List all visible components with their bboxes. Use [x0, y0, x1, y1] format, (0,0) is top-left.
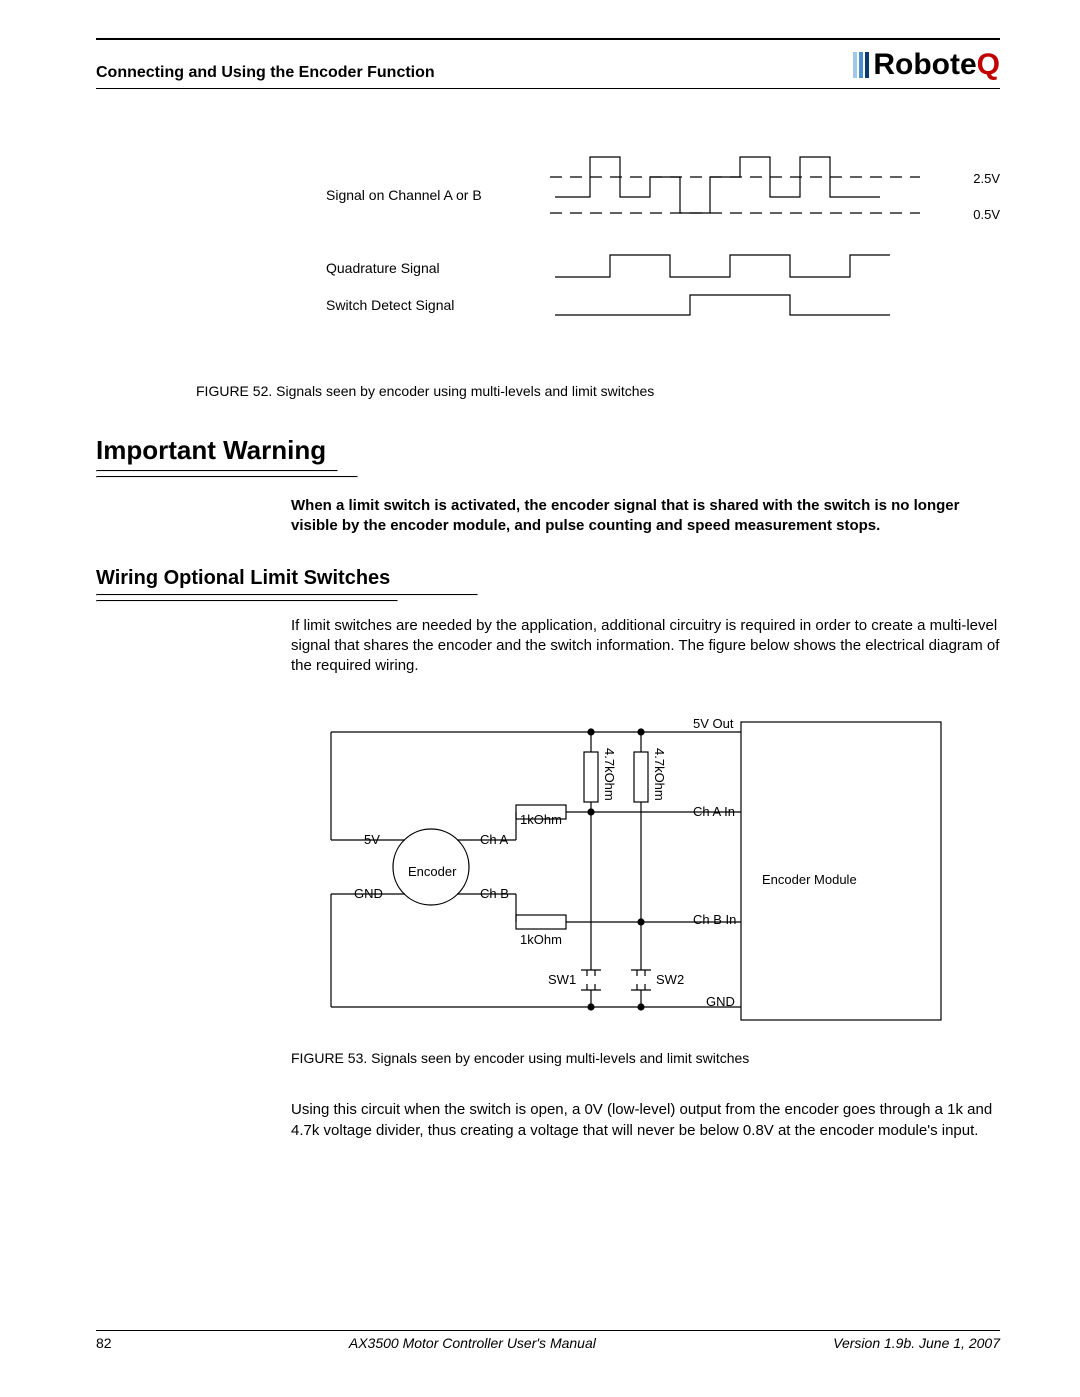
- f53-module: Encoder Module: [762, 872, 857, 887]
- warning-title: Important Warning: [96, 435, 1000, 466]
- h2-rule-1: [96, 594, 478, 596]
- f53-chb: Ch B: [480, 886, 509, 901]
- f53-r1a: 1kOhm: [520, 812, 562, 827]
- f53-5v: 5V: [364, 832, 380, 847]
- f53-gnd2: GND: [706, 994, 735, 1009]
- fig52-label-signal: Signal on Channel A or B: [326, 187, 482, 203]
- fig52-label-switch: Switch Detect Signal: [326, 297, 454, 313]
- fig52-caption: FIGURE 52. Signals seen by encoder using…: [96, 383, 1000, 399]
- footer-version: Version 1.9b. June 1, 2007: [833, 1335, 1000, 1351]
- footer-title: AX3500 Motor Controller User's Manual: [349, 1335, 596, 1351]
- warning-body: When a limit switch is activated, the en…: [96, 496, 1000, 537]
- page-number: 82: [96, 1335, 112, 1351]
- logo-q: Q: [977, 48, 1000, 82]
- h1-rule-1: [96, 470, 338, 472]
- f53-r1b: 1kOhm: [520, 932, 562, 947]
- logo-bars-icon: [853, 52, 869, 78]
- h1-rule-2: [96, 476, 358, 478]
- f53-cha: Ch A: [480, 832, 508, 847]
- wiring-p1: If limit switches are needed by the appl…: [96, 616, 1000, 677]
- wiring-title: Wiring Optional Limit Switches: [96, 567, 1000, 590]
- f53-sw2: SW2: [656, 972, 684, 987]
- fig52-label-quad: Quadrature Signal: [326, 260, 440, 276]
- logo-text: Robote: [873, 48, 976, 82]
- section-title: Connecting and Using the Encoder Functio…: [96, 64, 435, 82]
- page-footer: 82 AX3500 Motor Controller User's Manual…: [96, 1330, 1000, 1351]
- page-header: Connecting and Using the Encoder Functio…: [96, 40, 1000, 88]
- f53-r47a: 4.7kOhm: [602, 748, 617, 801]
- f53-encoder: Encoder: [408, 864, 456, 879]
- figure-53: 5V Out 4.7kOhm 4.7kOhm 1kOhm 1kOhm Ch A …: [96, 712, 1000, 1042]
- fig52-waveform-icon: [550, 147, 930, 337]
- fig53-caption: FIGURE 53. Signals seen by encoder using…: [96, 1050, 1000, 1066]
- fig52-v-high: 2.5V: [973, 171, 1000, 186]
- f53-chain: Ch A In: [693, 804, 735, 819]
- fig52-v-low: 0.5V: [973, 207, 1000, 222]
- figure-52: Signal on Channel A or B Quadrature Sign…: [96, 147, 1000, 377]
- f53-r47b: 4.7kOhm: [652, 748, 667, 801]
- f53-sw1: SW1: [548, 972, 576, 987]
- wiring-p2: Using this circuit when the switch is op…: [96, 1100, 1000, 1141]
- f53-5vout: 5V Out: [693, 716, 733, 731]
- content: Signal on Channel A or B Quadrature Sign…: [96, 89, 1000, 1141]
- f53-chbin: Ch B In: [693, 912, 736, 927]
- f53-gnd: GND: [354, 886, 383, 901]
- page: Connecting and Using the Encoder Functio…: [0, 0, 1080, 1397]
- logo: RoboteQ: [853, 48, 1000, 82]
- h2-rule-2: [96, 600, 398, 602]
